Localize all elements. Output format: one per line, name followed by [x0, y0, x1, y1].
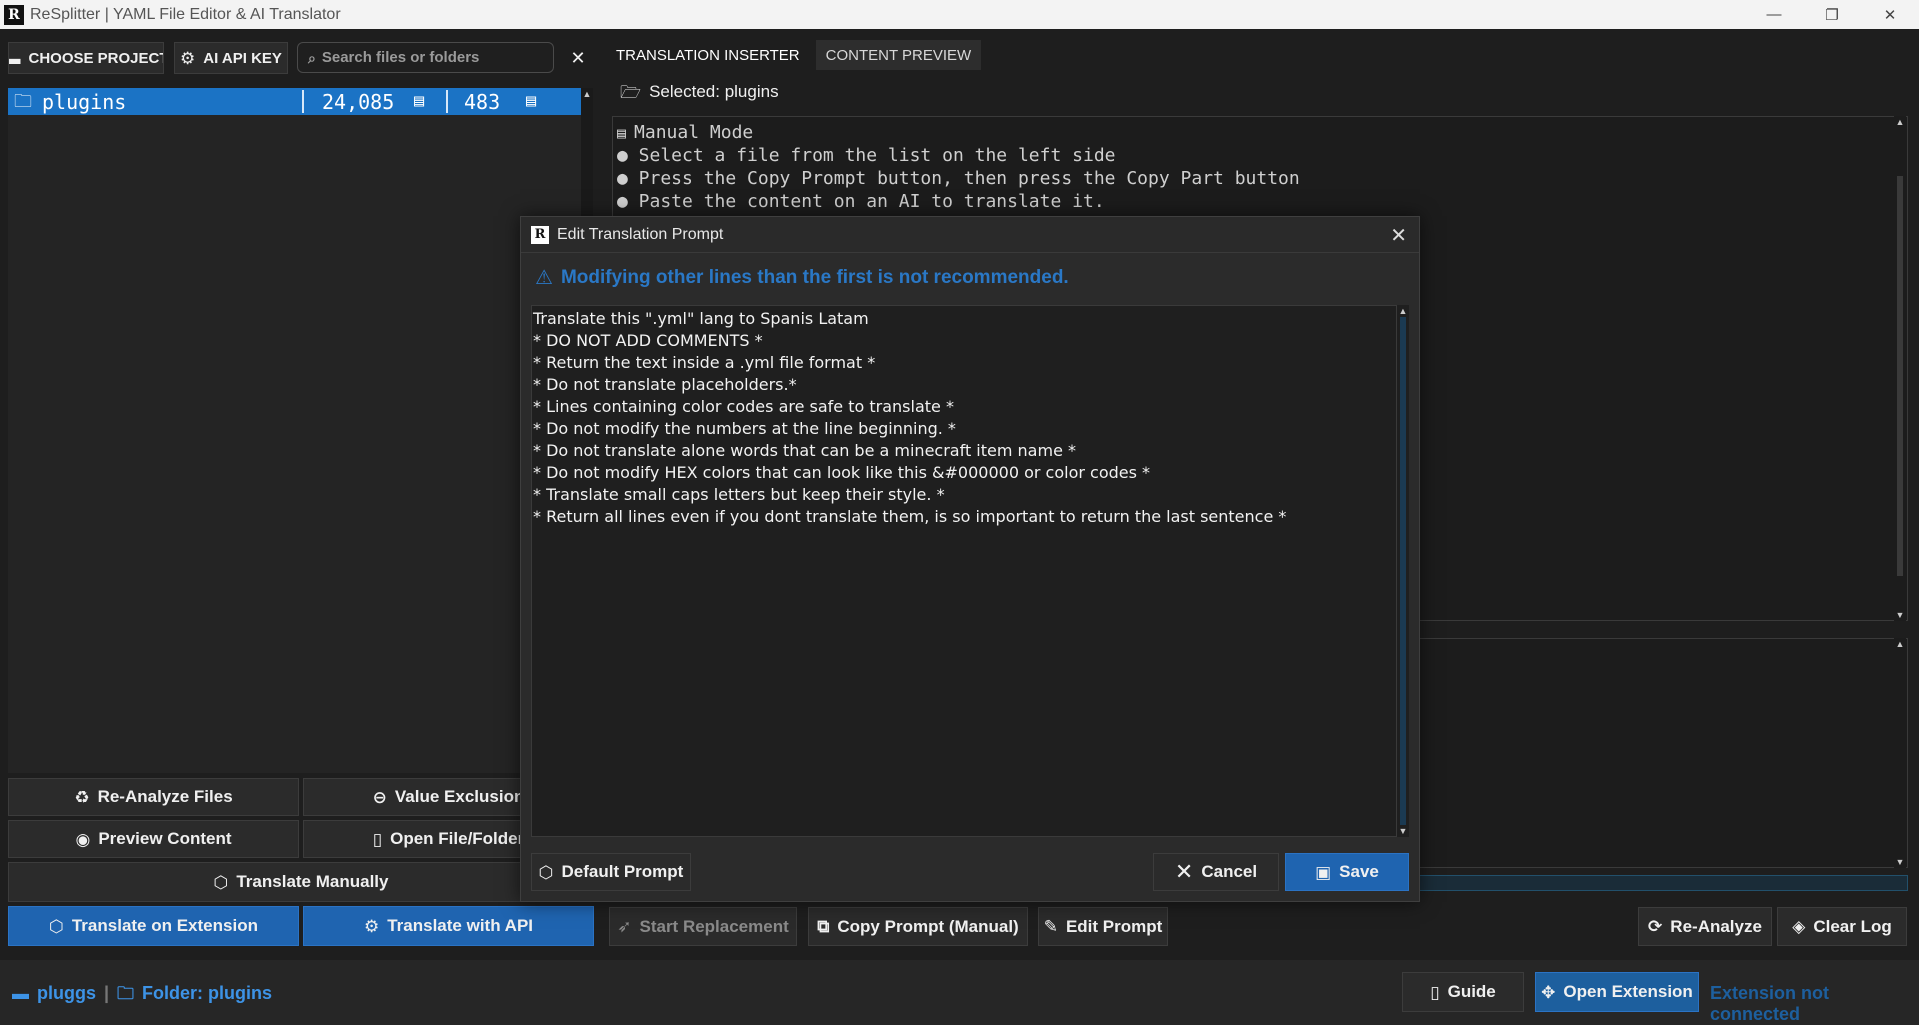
puzzle-icon: ✥ — [1541, 982, 1556, 1002]
copy-icon: ⧉ — [817, 917, 830, 936]
app-logo: R — [4, 4, 24, 25]
search-icon: ⌕ — [308, 49, 316, 66]
selected-folder-label: 🗁 Selected: plugins — [620, 82, 779, 102]
reanalyze-files-button[interactable]: ♻ Re-Analyze Files — [8, 778, 299, 816]
tree-item-name: plugins — [42, 89, 127, 114]
minus-circle-icon: ⊖ — [372, 787, 387, 807]
close-icon: ✕ — [1174, 859, 1194, 884]
book-icon: ▯ — [1430, 982, 1440, 1002]
status-info: ▬ pluggs | 🗀 Folder: plugins — [12, 983, 272, 1004]
tree-item-files: 483 — [464, 89, 501, 114]
file-icon: ▤ — [526, 91, 537, 111]
window-titlebar: R ReSplitter | YAML File Editor & AI Tra… — [0, 0, 1919, 29]
warning-message: ⚠ Modifying other lines than the first i… — [535, 267, 1069, 289]
restore-button[interactable]: ❐ — [1803, 0, 1861, 29]
dialog-close-button[interactable]: ✕ — [1390, 223, 1407, 248]
choose-project-button[interactable]: ▬ CHOOSE PROJECT — [8, 42, 164, 74]
instruction-line: ▤ Manual Mode — [617, 122, 754, 143]
book-icon: ▯ — [372, 829, 383, 849]
translate-with-api-button[interactable]: ⚙ Translate with API — [303, 906, 594, 946]
save-icon: ▣ — [1315, 862, 1332, 882]
refresh-icon: ⟳ — [1648, 917, 1663, 936]
window-title: ReSplitter | YAML File Editor & AI Trans… — [30, 5, 341, 23]
close-window-button[interactable]: ✕ — [1861, 0, 1919, 29]
pencil-icon: ✎ — [1043, 917, 1058, 936]
copy-prompt-button[interactable]: ⧉ Copy Prompt (Manual) — [808, 907, 1028, 946]
start-replacement-button[interactable]: ➶ Start Replacement — [609, 907, 797, 946]
status-separator: | — [104, 983, 110, 1003]
prompt-textarea[interactable] — [532, 306, 1396, 836]
robot-icon: ⚙ — [363, 916, 380, 936]
document-icon: ▤ — [414, 91, 425, 111]
cube-icon: ⬡ — [49, 916, 64, 936]
folder-icon: 🗀 — [14, 90, 32, 112]
tree-separator — [446, 90, 448, 113]
search-box[interactable]: ⌕ — [297, 42, 554, 73]
instruction-line: ● Select a file from the list on the lef… — [617, 145, 1116, 166]
cube-icon: ⬡ — [538, 862, 554, 882]
edit-prompt-button[interactable]: ✎ Edit Prompt — [1038, 907, 1168, 946]
scroll-thumb[interactable] — [1897, 176, 1903, 576]
instruction-line: ● Paste the content on an AI to translat… — [617, 191, 1105, 212]
tree-item-lines: 24,085 — [322, 89, 395, 114]
tree-item-plugins[interactable]: 🗀 plugins 24,085 ▤ 483 ▤ — [8, 88, 583, 115]
cube-icon: ⬡ — [213, 872, 229, 892]
guide-button[interactable]: ▯ Guide — [1402, 972, 1524, 1012]
status-user: pluggs — [37, 983, 96, 1003]
main-tabs: TRANSLATION INSERTER CONTENT PREVIEW — [606, 40, 982, 70]
open-extension-button[interactable]: ✥ Open Extension — [1535, 972, 1699, 1012]
preview-content-button[interactable]: ◉ Preview Content — [8, 820, 299, 858]
scroll-thumb[interactable] — [1400, 317, 1406, 825]
minimize-button[interactable]: — — [1745, 0, 1803, 29]
instruction-line: ● Press the Copy Prompt button, then pre… — [617, 168, 1300, 189]
folder-icon: 🗀 — [117, 984, 135, 1003]
reanalyze-button[interactable]: ⟳ Re-Analyze — [1638, 907, 1772, 946]
edit-prompt-dialog: R Edit Translation Prompt ✕ ⚠ Modifying … — [520, 216, 1420, 902]
scroll-down-arrow[interactable]: ▼ — [1894, 856, 1906, 868]
app-logo: R — [531, 225, 549, 244]
scroll-down-arrow[interactable]: ▼ — [1894, 609, 1906, 621]
scroll-down-arrow[interactable]: ▼ — [1397, 825, 1409, 837]
scroll-up-arrow[interactable]: ▲ — [581, 88, 593, 100]
ai-api-key-button[interactable]: ⚙ AI API KEY — [174, 42, 288, 74]
scroll-up-arrow[interactable]: ▲ — [1894, 638, 1906, 650]
monitor-icon: ▬ — [9, 50, 20, 67]
tab-content-preview[interactable]: CONTENT PREVIEW — [815, 40, 982, 70]
prompt-scrollbar[interactable]: ▲ ▼ — [1397, 305, 1409, 837]
save-button[interactable]: ▣ Save — [1285, 853, 1409, 891]
instructions-scrollbar[interactable]: ▲ ▼ — [1894, 116, 1906, 621]
tab-translation-inserter[interactable]: TRANSLATION INSERTER — [606, 40, 810, 70]
monitor-icon: ▬ — [12, 984, 29, 1003]
document-icon: ▤ — [617, 124, 627, 142]
default-prompt-button[interactable]: ⬡ Default Prompt — [531, 853, 691, 891]
recycle-icon: ♻ — [74, 787, 90, 807]
log-scrollbar[interactable]: ▲ ▼ — [1894, 638, 1906, 868]
scroll-up-arrow[interactable]: ▲ — [1894, 116, 1906, 128]
tree-separator — [302, 90, 304, 113]
eraser-icon: ◈ — [1792, 917, 1806, 936]
clear-search-button[interactable]: ✕ — [561, 42, 595, 74]
translate-on-extension-button[interactable]: ⬡ Translate on Extension — [8, 906, 299, 946]
clear-log-button[interactable]: ◈ Clear Log — [1777, 907, 1907, 946]
dialog-titlebar: R Edit Translation Prompt ✕ — [521, 217, 1419, 253]
rocket-icon: ➶ — [617, 917, 632, 936]
extension-status-text: Extension not connected — [1710, 983, 1830, 1024]
dialog-title: Edit Translation Prompt — [557, 225, 724, 243]
search-input[interactable] — [321, 49, 532, 66]
warning-icon: ⚠ — [535, 267, 553, 289]
file-tree-panel: 🗀 plugins 24,085 ▤ 483 ▤ ▲ — [8, 88, 593, 773]
status-folder: Folder: plugins — [142, 983, 273, 1003]
cancel-button[interactable]: ✕ Cancel — [1153, 853, 1279, 891]
prompt-editor[interactable] — [531, 305, 1397, 837]
eye-icon: ◉ — [75, 829, 91, 849]
scroll-up-arrow[interactable]: ▲ — [1397, 305, 1409, 317]
robot-icon: ⚙ — [180, 48, 196, 68]
folder-open-icon: 🗁 — [620, 82, 642, 102]
window-controls: — ❐ ✕ — [1745, 0, 1919, 29]
translate-manually-button[interactable]: ⬡ Translate Manually — [8, 862, 594, 902]
